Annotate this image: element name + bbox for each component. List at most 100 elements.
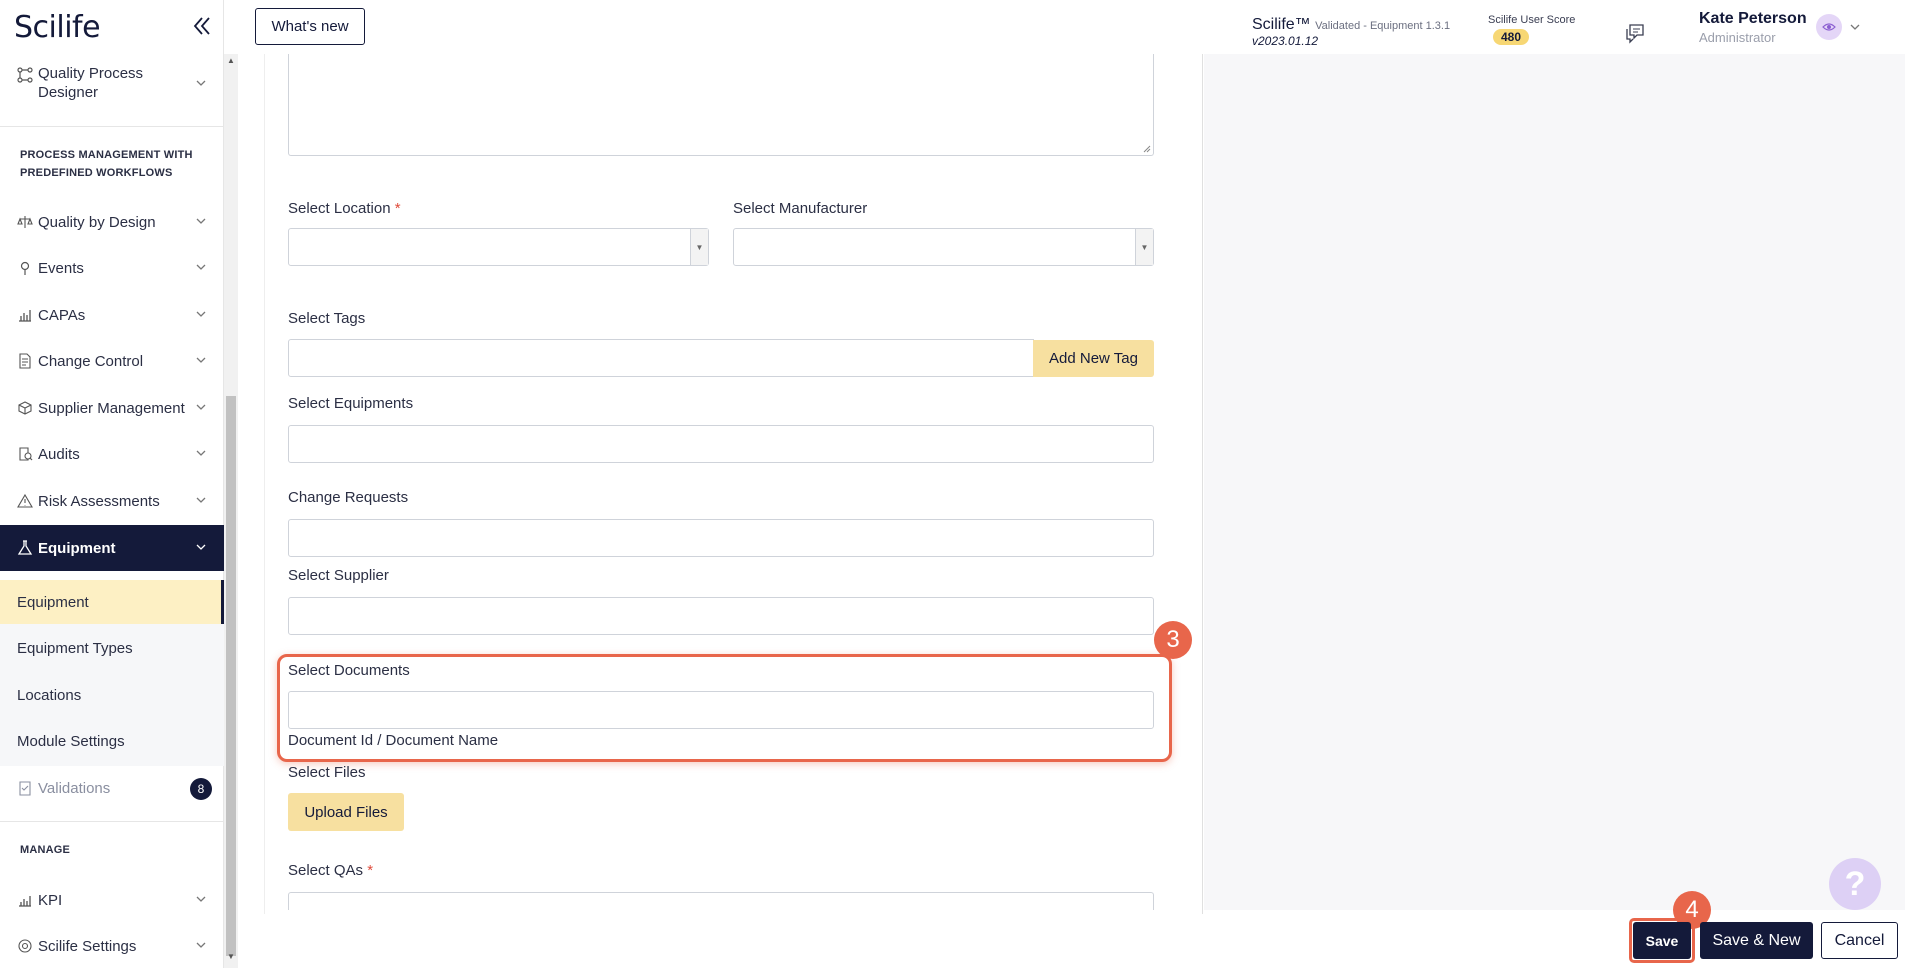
settings-icon [16, 937, 34, 955]
select-files-label: Select Files [288, 764, 366, 781]
chevron-down-icon [196, 544, 206, 550]
label-line-1: Quality Process [38, 65, 144, 82]
select-manufacturer-label: Select Manufacturer [733, 200, 868, 217]
required-mark: * [367, 862, 374, 879]
sidebar-item-validations[interactable]: Validations 8 [0, 768, 224, 808]
description-textarea[interactable] [288, 54, 1154, 156]
submenu-item-locations[interactable]: Locations [0, 673, 224, 717]
scroll-up-arrow-icon[interactable]: ▲ [227, 56, 235, 65]
chevron-down-icon [196, 311, 206, 317]
chat-icon[interactable] [1624, 22, 1646, 44]
validated-module: Validated - Equipment 1.3.1 [1315, 20, 1451, 32]
sidebar-item-kpi[interactable]: KPI [0, 880, 224, 920]
workflow-icon [16, 66, 34, 84]
sidebar-item-quality-process-designer[interactable]: Quality Process Designer [0, 54, 224, 110]
pin-icon [16, 259, 34, 277]
upload-files-button[interactable]: Upload Files [288, 793, 404, 831]
sidebar-item-capas[interactable]: CAPAs [0, 295, 224, 335]
submenu-item-module-settings[interactable]: Module Settings [0, 719, 224, 763]
sidebar-item-label: Supplier Management [38, 399, 185, 417]
chevron-down-icon [196, 497, 206, 503]
sidebar-item-quality-by-design[interactable]: Quality by Design [0, 202, 224, 242]
equipment-form [264, 54, 1203, 914]
select-supplier-label: Select Supplier [288, 567, 389, 584]
scale-icon [16, 213, 34, 231]
section-line-1: PROCESS MANAGEMENT WITH [20, 149, 193, 161]
divider [0, 821, 224, 822]
sidebar-item-label: Scilife Settings [38, 937, 137, 955]
chevron-down-icon[interactable] [1850, 22, 1860, 32]
help-button[interactable]: ? [1829, 858, 1881, 910]
resize-handle-icon[interactable] [1143, 145, 1151, 153]
chevron-down-icon [196, 80, 206, 86]
label-text: Select Location [288, 200, 391, 217]
eye-icon [1822, 23, 1836, 31]
manufacturer-select[interactable]: ▼ [733, 228, 1154, 266]
sidebar-item-label: Equipment [38, 539, 116, 557]
submenu-item-equipment[interactable]: Equipment [0, 580, 224, 624]
qas-input[interactable] [288, 892, 1154, 910]
scilife-logo: Scilife [14, 10, 101, 45]
user-score: Scilife User Score 480 [1488, 14, 1575, 46]
equipments-input[interactable] [288, 425, 1154, 463]
clipboard-search-icon [16, 445, 34, 463]
submenu-label: Equipment Types [17, 639, 133, 657]
version-number: v2023.01.12 [1252, 34, 1319, 48]
submenu-label: Equipment [17, 593, 89, 611]
product-name: Scilife™ [1252, 16, 1311, 33]
sidebar-item-label: Risk Assessments [38, 492, 160, 510]
sidebar-item-label: Audits [38, 445, 80, 463]
required-mark: * [394, 200, 401, 217]
chevron-down-icon [196, 264, 206, 270]
flask-icon [16, 539, 34, 557]
section-label-workflows: PROCESS MANAGEMENT WITH PREDEFINED WORKF… [20, 146, 193, 182]
avatar[interactable] [1816, 14, 1842, 40]
location-select[interactable]: ▼ [288, 228, 709, 266]
dropdown-arrow-icon: ▼ [690, 229, 708, 265]
supplier-input[interactable] [288, 597, 1154, 635]
equipment-submenu: Equipment Equipment Types Locations Modu… [0, 580, 224, 766]
sidebar-item-risk-assessments[interactable]: Risk Assessments [0, 481, 224, 521]
sidebar-item-supplier-management[interactable]: Supplier Management [0, 388, 224, 428]
select-equipments-label: Select Equipments [288, 395, 414, 412]
sidebar-item-change-control[interactable]: Change Control [0, 341, 224, 381]
change-requests-input[interactable] [288, 519, 1154, 557]
user-role: Administrator [1699, 30, 1776, 45]
cancel-button[interactable]: Cancel [1821, 922, 1898, 959]
version-info: Scilife™ Validated - Equipment 1.3.1 v20… [1252, 16, 1450, 48]
sidebar-item-label: CAPAs [38, 306, 86, 324]
clipboard-check-icon [16, 779, 34, 797]
user-info[interactable]: Kate Peterson Administrator [1699, 10, 1807, 45]
sidebar-scrollbar[interactable]: ▲ ▼ [224, 54, 238, 968]
sidebar-item-label: Change Control [38, 352, 144, 370]
chart-icon [16, 306, 34, 324]
sidebar-item-label: Quality Process Designer [38, 64, 143, 102]
documents-highlight [277, 654, 1172, 762]
sidebar-item-equipment[interactable]: Equipment [0, 525, 224, 571]
select-tags-label: Select Tags [288, 310, 366, 327]
chevron-down-icon [196, 942, 206, 948]
score-label: Scilife User Score [1488, 14, 1576, 26]
add-new-tag-button[interactable]: Add New Tag [1033, 340, 1154, 377]
sidebar-item-label: KPI [38, 891, 63, 909]
save-button[interactable]: Save [1633, 922, 1691, 959]
sidebar-item-scilife-settings[interactable]: Scilife Settings [0, 926, 224, 966]
collapse-sidebar-icon[interactable] [190, 14, 214, 38]
submenu-item-equipment-types[interactable]: Equipment Types [0, 626, 224, 670]
scroll-down-arrow-icon[interactable]: ▼ [227, 952, 235, 961]
scrollbar-thumb[interactable] [226, 396, 236, 956]
submenu-label: Locations [17, 686, 82, 704]
sidebar-item-audits[interactable]: Audits [0, 434, 224, 474]
sidebar-item-label: Validations [38, 779, 111, 797]
save-and-new-button[interactable]: Save & New [1700, 922, 1813, 959]
tags-input[interactable] [288, 339, 1034, 377]
section-label-manage: MANAGE [20, 844, 71, 856]
sidebar-item-label: Events [38, 259, 84, 277]
sidebar-item-events[interactable]: Events [0, 248, 224, 288]
box-icon [16, 399, 34, 417]
whats-new-button[interactable]: What's new [255, 8, 365, 45]
app-root: Scilife Quality Process Designer PROCESS… [0, 0, 1905, 968]
chevron-down-icon [196, 404, 206, 410]
score-badge: 480 [1493, 29, 1530, 45]
chevron-down-icon [196, 218, 206, 224]
